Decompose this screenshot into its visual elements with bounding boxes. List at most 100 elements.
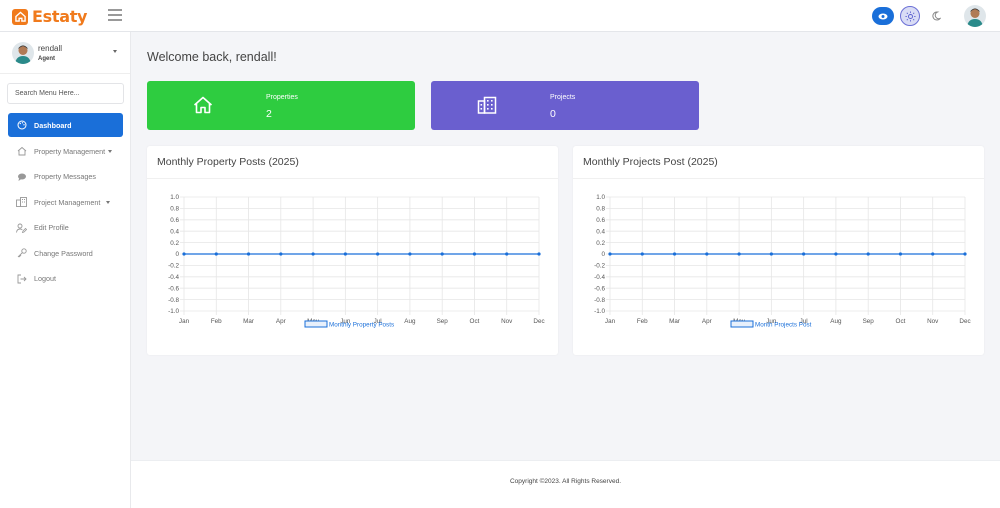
x-tick-label: Sep <box>863 318 875 325</box>
sidebar-item-label: Logout <box>34 274 56 284</box>
data-point <box>866 252 870 256</box>
data-point <box>705 252 709 256</box>
copyright-text: Copyright ©2023. All Rights Reserved. <box>509 478 621 485</box>
search-menu-input[interactable] <box>7 83 124 104</box>
sidebar-item-edit-profile[interactable]: Edit Profile <box>0 215 131 241</box>
data-point <box>214 252 218 256</box>
data-point <box>311 252 315 256</box>
sidebar-item-label: Change Password <box>34 248 93 258</box>
hamburger-icon <box>108 9 122 11</box>
buildings-icon <box>16 197 27 208</box>
footer: Copyright ©2023. All Rights Reserved. <box>131 460 1000 508</box>
key-icon <box>16 248 27 259</box>
y-tick-label: -0.8 <box>168 297 179 304</box>
y-tick-label: -0.2 <box>168 263 179 270</box>
x-tick-label: Jan <box>179 318 190 325</box>
sidebar-item-label: Property Messages <box>34 172 96 182</box>
sidebar-item-change-password[interactable]: Change Password <box>0 241 131 267</box>
line-chart-property-posts: 1.0 0.8 0.6 0.4 0.2 0 -0.2 -0.4 -0.6 -0.8 -1.0Jan F… <box>168 194 544 328</box>
eye-icon <box>878 13 888 19</box>
y-tick-label: 1.0 <box>596 194 605 201</box>
data-point <box>472 252 477 256</box>
sidebar-profile[interactable]: rendall Agent <box>0 32 130 74</box>
brand[interactable]: Estaty <box>12 7 87 26</box>
y-tick-label: -0.6 <box>168 285 179 292</box>
data-point <box>608 252 612 256</box>
chart-title: Monthly Property Posts (2025) <box>147 146 558 179</box>
data-point <box>769 252 773 256</box>
sidebar-item-property-management[interactable]: Property Management <box>0 139 131 165</box>
sidebar-item-project-management[interactable]: Project Management <box>0 190 131 216</box>
x-tick-label: Sep <box>437 318 449 325</box>
y-tick-label: 0.8 <box>596 206 605 213</box>
sidebar-item-label: Dashboard <box>34 120 72 130</box>
x-tick-label: Aug <box>404 318 416 325</box>
page-title: Welcome back, rendall! <box>147 50 277 64</box>
y-tick-label: 0.8 <box>170 206 179 213</box>
chart-card-projects-post: Monthly Projects Post (2025) 1.0 0.8 0.6 0.… <box>573 146 984 355</box>
logout-icon <box>16 273 27 284</box>
user-edit-icon <box>16 222 27 233</box>
avatar-icon <box>15 45 31 64</box>
y-tick-label: -0.4 <box>594 274 605 281</box>
sidebar-item-label: Property Management <box>34 146 106 156</box>
y-tick-label: -0.8 <box>594 297 605 304</box>
stat-value: 2 <box>266 108 272 120</box>
line-chart-projects-post: 1.0 0.8 0.6 0.4 0.2 0 -0.2 -0.4 -0.6 -0.8 -1.0Jan F… <box>594 194 970 329</box>
theme-light-button[interactable] <box>900 6 920 26</box>
sidebar-item-property-messages[interactable]: Property Messages <box>0 164 131 190</box>
data-point <box>802 252 806 256</box>
x-tick-label: Aug <box>830 318 842 325</box>
sun-icon <box>904 10 916 22</box>
legend-swatch <box>304 320 328 328</box>
data-point <box>376 252 380 256</box>
y-tick-label: 0.4 <box>596 228 605 235</box>
y-tick-label: 0.4 <box>170 228 179 235</box>
brand-logo-icon <box>12 8 28 25</box>
x-tick-label: Apr <box>702 318 712 325</box>
y-tick-label: 0.6 <box>596 217 605 224</box>
stat-label: Projects <box>550 94 576 101</box>
chevron-down-icon <box>106 200 111 204</box>
data-point <box>440 252 444 256</box>
eye-toggle-button[interactable] <box>872 7 894 25</box>
x-tick-label: Mar <box>243 318 254 325</box>
menu-toggle-button[interactable] <box>108 9 122 21</box>
y-tick-label: -1.0 <box>168 308 179 315</box>
user-avatar[interactable] <box>964 5 986 27</box>
y-tick-label: -0.6 <box>594 285 605 292</box>
y-tick-label: -0.2 <box>594 263 605 270</box>
data-point <box>898 252 903 256</box>
chevron-down-icon <box>108 149 113 153</box>
data-point <box>279 252 283 256</box>
data-point <box>963 252 967 256</box>
top-header: Estaty <box>0 0 1000 32</box>
data-point <box>343 252 347 256</box>
stat-card-projects[interactable]: Projects 0 <box>431 81 699 130</box>
chevron-down-icon <box>113 50 117 53</box>
sidebar-item-dashboard[interactable]: Dashboard <box>8 113 123 137</box>
x-tick-label: Nov <box>501 318 513 325</box>
sidebar-item-logout[interactable]: Logout <box>0 266 131 292</box>
x-tick-label: Feb <box>211 318 222 325</box>
data-point <box>408 252 412 256</box>
theme-dark-button[interactable] <box>926 6 946 26</box>
stat-card-properties[interactable]: Properties 2 <box>147 81 415 130</box>
y-tick-label: 1.0 <box>170 194 179 201</box>
avatar <box>12 41 34 64</box>
chart-title: Monthly Projects Post (2025) <box>573 146 984 179</box>
chart-card-property-posts: Monthly Property Posts (2025) 1.0 0.8 0.6 0… <box>147 146 558 355</box>
moon-icon <box>932 11 941 21</box>
stat-label: Properties <box>266 94 298 101</box>
profile-name: rendall <box>38 43 63 53</box>
y-tick-label: 0.6 <box>170 217 179 224</box>
y-tick-label: 0.2 <box>596 240 605 247</box>
sidebar-item-label: Project Management <box>34 197 101 207</box>
data-point <box>505 252 509 256</box>
x-tick-label: Oct <box>896 318 906 325</box>
sidebar: rendall Agent Dashboard Property Managem… <box>0 32 131 508</box>
building-icon <box>477 96 497 119</box>
y-tick-label: -1.0 <box>594 308 605 315</box>
legend-label: Month Projects Post <box>755 322 812 329</box>
y-tick-label: -0.4 <box>168 274 179 281</box>
